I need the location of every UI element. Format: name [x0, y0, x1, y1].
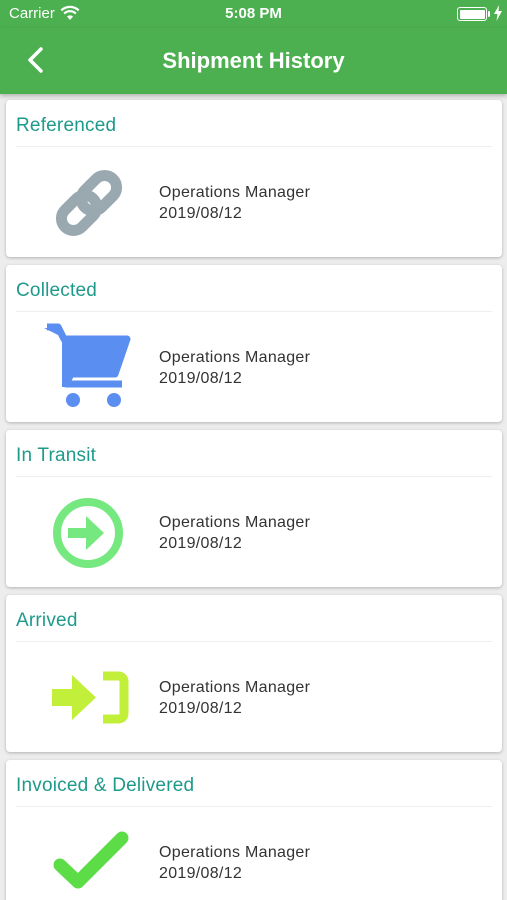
divider: [16, 641, 492, 642]
charging-bolt-icon: [494, 5, 502, 21]
entry-info: Operations Manager 2019/08/12: [159, 512, 310, 554]
status-title: Collected: [16, 280, 98, 301]
link-icon: [55, 169, 123, 237]
entry-user: Operations Manager: [159, 514, 311, 531]
nav-bar: Shipment History: [0, 28, 507, 94]
entry-info: Operations Manager 2019/08/12: [159, 347, 310, 389]
history-card-referenced: Referenced Operations Manager 2019/08/12: [6, 100, 502, 257]
divider: [16, 311, 492, 312]
page-title: Shipment History: [162, 48, 345, 73]
status-title: Referenced: [16, 115, 117, 136]
history-list[interactable]: Referenced Operations Manager 2019/08/12…: [0, 94, 507, 900]
check-icon: [53, 831, 129, 889]
history-card-in-transit: In Transit Operations Manager 2019/08/12: [6, 430, 502, 587]
history-card-delivered: Invoiced & Delivered Operations Manager …: [6, 760, 502, 900]
clock: 5:08 PM: [225, 5, 282, 22]
entry-date: 2019/08/12: [159, 205, 243, 222]
cart-icon: [44, 323, 131, 407]
entry-info: Operations Manager 2019/08/12: [159, 182, 310, 224]
battery-icon: [457, 7, 487, 21]
entry-user: Operations Manager: [159, 349, 311, 366]
entry-info: Operations Manager 2019/08/12: [159, 842, 310, 884]
divider: [16, 146, 492, 147]
entry-date: 2019/08/12: [159, 535, 243, 552]
arrow-circle-right-icon: [53, 498, 123, 568]
entry-user: Operations Manager: [159, 844, 311, 861]
divider: [16, 806, 492, 807]
status-title: In Transit: [16, 445, 97, 466]
entry-date: 2019/08/12: [159, 700, 243, 717]
entry-date: 2019/08/12: [159, 865, 243, 882]
entry-date: 2019/08/12: [159, 370, 243, 387]
battery-cap: [488, 11, 490, 17]
sign-in-icon: [52, 671, 129, 724]
history-card-arrived: Arrived Operations Manager 2019/08/12: [6, 595, 502, 752]
entry-user: Operations Manager: [159, 184, 311, 201]
entry-user: Operations Manager: [159, 679, 311, 696]
status-title: Arrived: [16, 610, 78, 631]
status-title: Invoiced & Delivered: [16, 775, 195, 796]
status-bar: Carrier 5:08 PM: [0, 0, 507, 28]
divider: [16, 476, 492, 477]
history-card-collected: Collected Operations Manager 2019/08/12: [6, 265, 502, 422]
entry-info: Operations Manager 2019/08/12: [159, 677, 310, 719]
